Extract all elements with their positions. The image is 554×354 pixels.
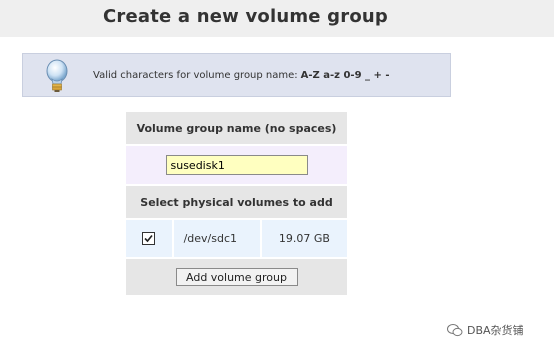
watermark-text: DBA杂货铺 bbox=[467, 324, 524, 337]
title-bar: Create a new volume group bbox=[0, 0, 554, 37]
page-title: Create a new volume group bbox=[103, 6, 388, 27]
name-header: Volume group name (no spaces) bbox=[126, 112, 347, 146]
hint-box: Valid characters for volume group name: A… bbox=[22, 53, 451, 97]
checkmark-icon bbox=[144, 234, 153, 243]
name-input-row bbox=[126, 146, 347, 186]
watermark: DBA杂货铺 bbox=[447, 322, 524, 338]
add-volume-group-button[interactable]: Add volume group bbox=[175, 268, 298, 286]
pv-checkbox-cell bbox=[126, 220, 174, 257]
pv-row: /dev/sdc1 19.07 GB bbox=[126, 220, 347, 259]
hint-text: Valid characters for volume group name: A… bbox=[93, 70, 390, 81]
wechat-icon bbox=[447, 323, 463, 336]
pv-size: 19.07 GB bbox=[261, 220, 347, 257]
hint-label: Valid characters for volume group name: bbox=[93, 70, 298, 81]
pv-header: Select physical volumes to add bbox=[126, 186, 347, 220]
lightbulb-icon bbox=[46, 59, 68, 92]
submit-row: Add volume group bbox=[126, 259, 347, 295]
pv-checkbox[interactable] bbox=[142, 232, 156, 245]
pv-device: /dev/sdc1 bbox=[173, 220, 262, 257]
volume-group-form: Volume group name (no spaces) Select phy… bbox=[126, 112, 347, 295]
volume-group-name-input[interactable] bbox=[165, 155, 308, 175]
hint-chars: A-Z a-z 0-9 _ + - bbox=[300, 70, 390, 81]
